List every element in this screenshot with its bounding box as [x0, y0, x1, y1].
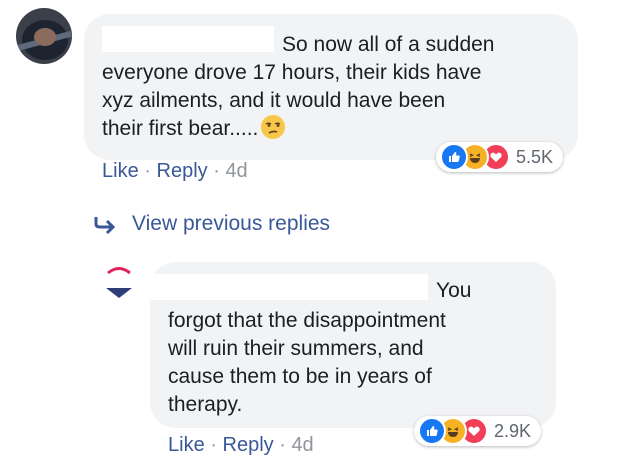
commenter-avatar[interactable]	[16, 8, 72, 64]
reaction-summary[interactable]: 5.5K	[436, 142, 564, 172]
comment-text-line: So now all of a sudden	[282, 33, 495, 56]
like-reaction-icon	[440, 143, 468, 171]
separator: ·	[213, 160, 220, 182]
reaction-summary[interactable]: 2.9K	[414, 416, 542, 446]
like-reaction-icon	[418, 417, 446, 445]
reply-text-line: therapy.	[168, 393, 243, 416]
reaction-count: 2.9K	[494, 420, 532, 441]
redacted-commenter-name	[102, 26, 274, 52]
comment-text-line: xyz ailments, and it would have been	[102, 89, 446, 112]
reply-text-line: cause them to be in years of	[168, 365, 432, 388]
reply-link[interactable]: Reply	[157, 160, 208, 182]
view-previous-replies[interactable]: View previous replies	[92, 212, 330, 236]
reply-link[interactable]: Reply	[223, 434, 274, 456]
timestamp[interactable]: 4d	[225, 160, 247, 182]
unamused-face-icon	[260, 114, 286, 140]
reaction-count: 5.5K	[516, 146, 554, 167]
avatar-face	[34, 28, 56, 46]
comment-actions: Like · Reply · 4d	[102, 160, 248, 183]
timestamp[interactable]: 4d	[291, 434, 313, 456]
replier-avatar[interactable]	[102, 264, 136, 298]
comment-text-line: their first bear.....	[102, 114, 286, 143]
reply-text-line: You	[436, 279, 472, 302]
reply-actions: Like · Reply · 4d	[168, 434, 314, 457]
view-previous-replies-label: View previous replies	[132, 212, 331, 235]
like-link[interactable]: Like	[102, 160, 139, 182]
comment-text-line: everyone drove 17 hours, their kids have	[102, 61, 482, 84]
comment-bubble: So now all of a sudden everyone drove 17…	[84, 14, 578, 160]
reply-bubble: You forgot that the disappointment will …	[150, 262, 556, 428]
redacted-replier-name	[150, 274, 428, 300]
separator: ·	[144, 160, 151, 182]
reply-text-line: will ruin their summers, and	[168, 337, 424, 360]
like-link[interactable]: Like	[168, 434, 205, 456]
reply-arrow-icon	[94, 217, 116, 234]
separator: ·	[210, 434, 217, 456]
separator: ·	[279, 434, 286, 456]
reply-text-line: forgot that the disappointment	[168, 309, 446, 332]
